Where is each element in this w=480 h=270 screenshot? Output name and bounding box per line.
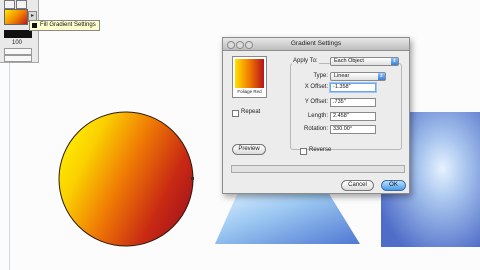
stroke-color-swatch[interactable] [4,30,32,38]
reverse-checkbox[interactable] [300,148,307,155]
dialog-status-bar [231,165,405,173]
gradient-settings-dialog: Gradient Settings Foliage Red Repeat Pre… [222,37,410,194]
rotation-label: Rotation: [303,126,328,132]
length-label: Length: [307,113,328,119]
gradient-preview: Foliage Red [232,56,267,98]
toolbox-field-value: 100 [12,40,23,46]
apply-to-label: Apply To: [292,58,319,64]
type-value: Linear [334,73,350,79]
y-offset-input[interactable]: .735" [330,98,376,107]
repeat-label: Repeat [241,109,261,115]
length-input[interactable]: 2.458" [330,112,376,121]
rotation-input[interactable]: 330.00° [330,125,376,134]
gradient-preview-label: Foliage Red [237,89,262,94]
toolbox-option-row[interactable] [4,55,32,62]
gradient-circle[interactable] [58,111,194,247]
ok-button[interactable]: OK [381,180,406,191]
y-offset-label: Y Offset: [304,99,328,105]
dialog-titlebar[interactable]: Gradient Settings [223,38,409,51]
preview-button[interactable]: Preview [232,144,266,155]
selection-handle[interactable] [191,177,194,180]
apply-to-value: Each Object [334,58,364,64]
toolbox-option-row[interactable] [4,48,32,55]
trapezoid-shape[interactable] [215,192,360,244]
type-label: Type: [313,73,328,79]
select-arrow-icon: ⇕ [378,73,385,80]
tooltip-text: Fill Gradient Settings [40,22,96,28]
tooltip: Fill Gradient Settings [29,20,100,31]
fill-gradient-swatch[interactable] [4,9,28,25]
select-arrow-icon: ⇕ [391,58,398,65]
fill-options-icon[interactable] [16,0,27,9]
dialog-title: Gradient Settings [290,40,342,47]
apply-to-select[interactable]: Each Object ⇕ [330,57,399,66]
toolbox-panel: ▸ 100 [0,0,39,63]
fill-type-icon[interactable] [4,0,15,9]
repeat-checkbox[interactable] [232,110,239,117]
x-offset-label: X Offset: [304,84,328,90]
reverse-label: Reverse [309,147,332,153]
tooltip-swatch-icon [32,23,37,28]
gradient-preview-swatch [235,59,264,88]
type-select[interactable]: Linear ⇕ [330,72,386,81]
x-offset-input[interactable]: -1.358" [330,83,376,92]
cancel-button[interactable]: Cancel [341,180,374,191]
